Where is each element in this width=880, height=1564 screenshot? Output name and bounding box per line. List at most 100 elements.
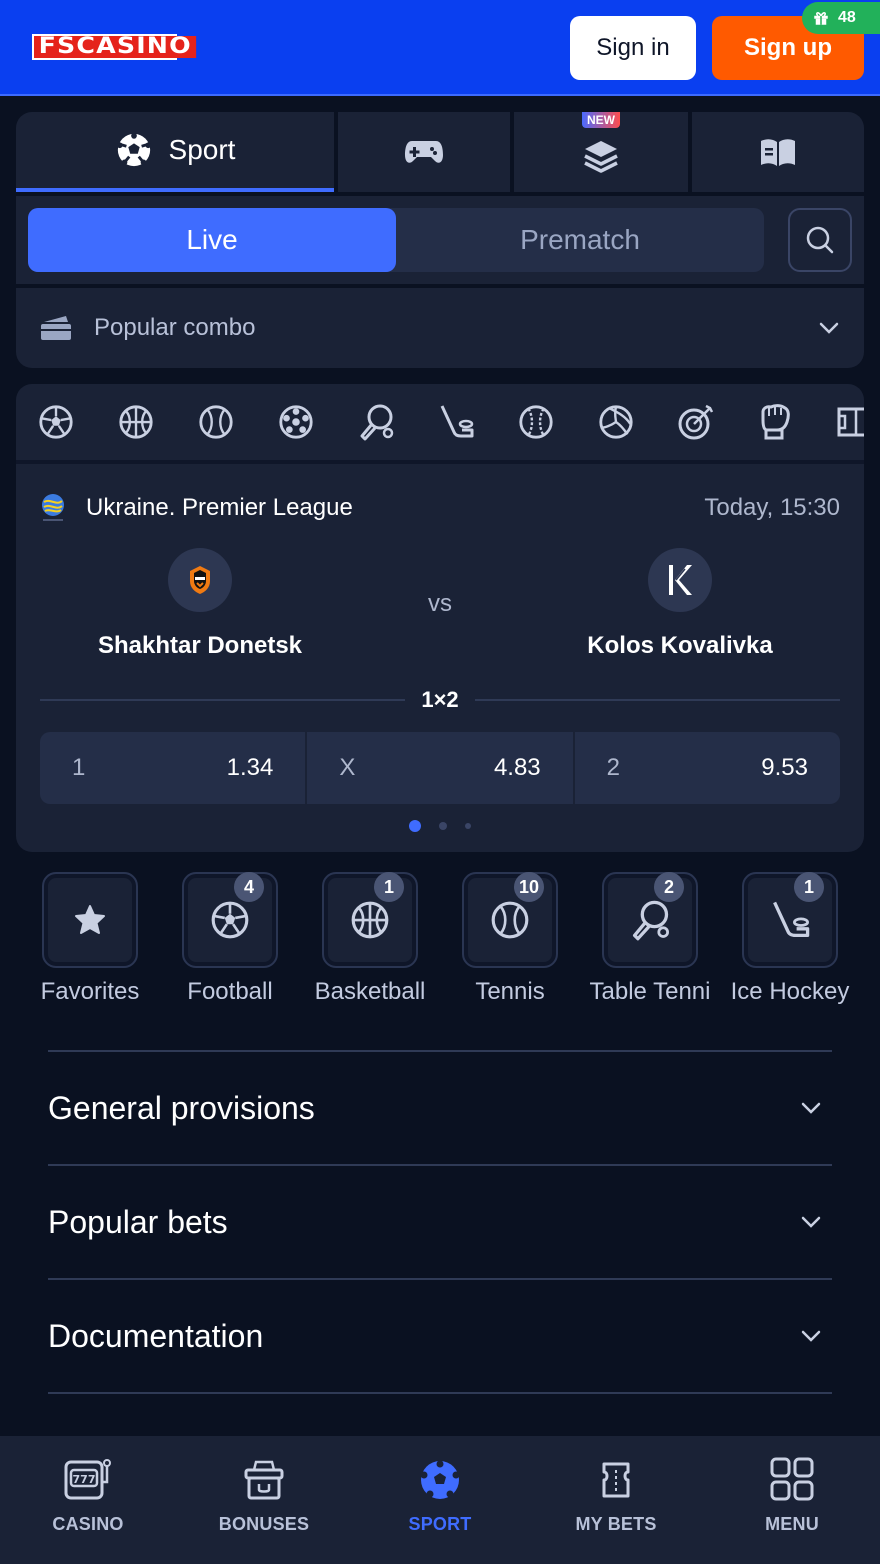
gift-count: 48 <box>838 9 856 26</box>
category-label: Table Tenni <box>589 978 711 1005</box>
new-badge: NEW <box>582 112 620 128</box>
sport-filter-darts[interactable] <box>656 384 736 460</box>
field-icon <box>837 407 864 437</box>
tennis-icon <box>199 405 233 439</box>
nav-bonuses[interactable]: BONUSES <box>176 1436 352 1564</box>
category-label: Favorites <box>40 978 140 1005</box>
nav-sport[interactable]: SPORT <box>352 1436 528 1564</box>
table-tennis-icon <box>632 900 669 941</box>
category-count-badge: 1 <box>374 872 404 902</box>
carousel-dots <box>16 820 864 832</box>
market-header: 1×2 <box>40 684 841 716</box>
sport-filter-field[interactable] <box>816 384 864 460</box>
sign-in-button[interactable]: Sign in <box>570 16 696 80</box>
league-row[interactable]: Ukraine. Premier League Today, 15:30 <box>40 488 840 528</box>
odd-value: 4.83 <box>493 754 541 781</box>
nav-my-bets[interactable]: MY BETS <box>528 1436 704 1564</box>
tab-layers[interactable]: NEW <box>514 112 688 192</box>
sport-filter-table-tennis[interactable] <box>336 384 416 460</box>
mode-toggle: Live Prematch <box>28 208 764 272</box>
away-team[interactable]: Kolos Kovalivka <box>530 548 830 660</box>
nav-label: CASINO <box>52 1514 124 1534</box>
sport-filter-bar <box>16 384 864 464</box>
ice-hockey-icon <box>773 901 810 938</box>
chevron-down-icon <box>819 322 839 334</box>
nav-menu[interactable]: MENU <box>704 1436 880 1564</box>
gift-icon <box>814 12 828 25</box>
sport-filter-basketball[interactable] <box>96 384 176 460</box>
chevron-down-icon <box>801 1330 821 1342</box>
home-team-name: Shakhtar Donetsk <box>97 632 303 659</box>
tab-games[interactable] <box>338 112 510 192</box>
category-ice-hockey[interactable]: 1 Ice Hockey <box>720 872 860 1012</box>
category-count-badge: 1 <box>794 872 824 902</box>
popular-combo-dropdown[interactable]: Popular combo <box>16 288 864 368</box>
sport-filter-ice-hockey[interactable] <box>416 384 496 460</box>
sport-filter-boxing[interactable] <box>736 384 816 460</box>
gift-badge[interactable]: 48 <box>802 2 880 34</box>
nav-label: BONUSES <box>218 1514 310 1534</box>
league-logo-icon <box>42 494 64 521</box>
category-tennis[interactable]: 10 Tennis <box>440 872 580 1012</box>
sport-filter-football[interactable] <box>16 384 96 460</box>
category-basketball[interactable]: 1 Basketball <box>300 872 440 1012</box>
odd-label: X <box>339 754 356 781</box>
boxing-glove-icon <box>761 404 790 440</box>
live-prematch-panel: Live Prematch <box>16 196 864 284</box>
category-count-badge: 4 <box>234 872 264 902</box>
grid-menu-icon <box>770 1457 814 1501</box>
gift-box-icon <box>244 1460 284 1500</box>
tab-sport[interactable]: Sport <box>16 112 334 192</box>
accordion-general-provisions[interactable]: General provisions <box>48 1050 832 1164</box>
category-icon-box <box>42 872 138 968</box>
category-favorites[interactable]: Favorites <box>20 872 160 1012</box>
live-toggle[interactable]: Live <box>28 208 396 272</box>
sport-categories: Favorites 4 Football 1 Basketball 10 Ten… <box>20 872 880 1012</box>
odd-value: 1.34 <box>226 754 274 781</box>
league-name: Ukraine. Premier League <box>86 494 353 521</box>
vs-label: vs <box>428 590 452 617</box>
football-icon <box>39 405 73 439</box>
category-table-tennis[interactable]: 2 Table Tenni <box>580 872 720 1012</box>
shakhtar-crest-icon <box>190 566 210 594</box>
odd-away-button[interactable]: 2 9.53 <box>574 732 840 804</box>
category-football[interactable]: 4 Football <box>160 872 300 1012</box>
divider <box>40 699 406 701</box>
brand-logo[interactable]: FSCASINO <box>32 33 197 61</box>
category-label: Football <box>187 978 273 1005</box>
sport-filter-baseball[interactable] <box>496 384 576 460</box>
prematch-toggle[interactable]: Prematch <box>396 208 764 272</box>
search-button[interactable] <box>788 208 852 272</box>
nav-casino[interactable]: 777 CASINO <box>0 1436 176 1564</box>
accordion-title: Documentation <box>48 1317 264 1354</box>
tab-sport-label: Sport <box>168 134 236 165</box>
nav-label: SPORT <box>408 1514 472 1534</box>
home-team[interactable]: Shakhtar Donetsk <box>50 548 350 660</box>
tab-book[interactable] <box>692 112 864 192</box>
category-label: Basketball <box>314 978 426 1005</box>
nav-label: MENU <box>765 1514 819 1534</box>
odd-label: 1 <box>72 754 86 781</box>
sport-filter-futsal[interactable] <box>256 384 336 460</box>
volleyball-icon <box>599 405 633 439</box>
tickets-icon <box>41 316 71 340</box>
section-tabs: Sport NEW <box>16 112 864 192</box>
darts-icon <box>678 404 714 440</box>
carousel-dot[interactable] <box>409 820 421 832</box>
sport-filter-tennis[interactable] <box>176 384 256 460</box>
accordion-documentation[interactable]: Documentation <box>48 1278 832 1392</box>
odd-label: 2 <box>606 754 621 781</box>
popular-combo-label: Popular combo <box>94 314 256 341</box>
accordion-popular-bets[interactable]: Popular bets <box>48 1164 832 1278</box>
nav-label: MY BETS <box>575 1514 657 1534</box>
slot-machine-icon: 777 <box>64 1459 111 1500</box>
carousel-dot[interactable] <box>439 822 447 830</box>
chevron-down-icon <box>801 1216 821 1228</box>
sport-filter-volleyball[interactable] <box>576 384 656 460</box>
odd-home-button[interactable]: 1 1.34 <box>40 732 306 804</box>
football-icon <box>211 901 249 939</box>
carousel-dot[interactable] <box>465 823 471 829</box>
category-label: Ice Hockey <box>730 978 850 1005</box>
odd-draw-button[interactable]: X 4.83 <box>307 732 573 804</box>
bottom-nav: 777 CASINO BONUSES SPORT MY BETS MENU <box>0 1436 880 1564</box>
